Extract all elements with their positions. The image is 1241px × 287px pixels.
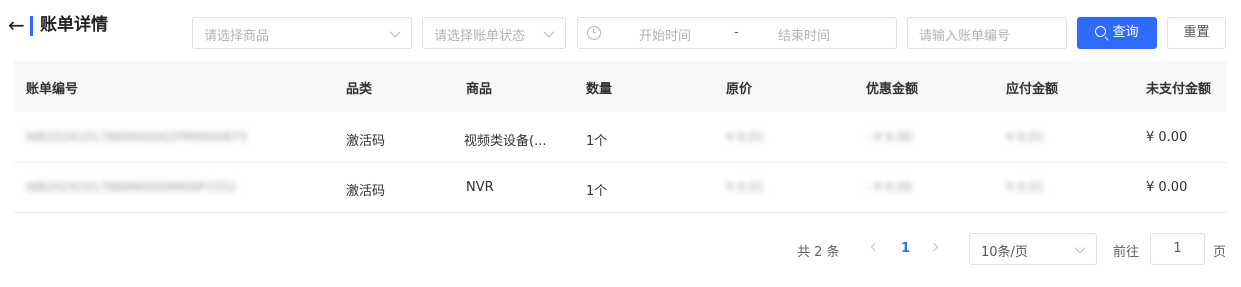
title-accent-bar — [30, 16, 33, 36]
column-header-unpaid: 未支付金额 — [1146, 82, 1212, 97]
start-time-input[interactable]: 开始时间 — [639, 25, 691, 44]
table-cell-category: 激活码 — [346, 134, 386, 149]
page-title: 账单详情 — [40, 15, 108, 35]
clock-icon — [587, 26, 601, 40]
table-cell-original-price: ¥ 0.01 — [726, 130, 765, 144]
table-cell-quantity: 1个 — [586, 184, 608, 199]
chevron-down-icon — [1074, 242, 1086, 254]
table-cell-payable: ¥ 0.01 — [1006, 130, 1045, 144]
status-select[interactable]: 请选择账单状态 — [422, 17, 566, 49]
prev-page-icon[interactable] — [870, 242, 880, 252]
bill-no-placeholder: 请输入账单编号 — [919, 29, 1011, 44]
goto-page-input[interactable]: 1 — [1150, 233, 1205, 265]
chevron-down-icon — [543, 26, 555, 38]
status-select-placeholder: 请选择账单状态 — [434, 29, 526, 44]
row-divider — [14, 162, 1227, 163]
column-header-category: 品类 — [346, 82, 373, 97]
table-cell-payable: ¥ 0.01 — [1006, 180, 1045, 194]
goto-prefix: 前往 — [1113, 245, 1140, 260]
table-cell-bill-no: WB20241017889900009900P1552 — [26, 180, 237, 194]
product-select[interactable]: 请选择商品 — [192, 17, 412, 49]
table-cell-product: 视频类设备(... — [464, 134, 547, 149]
search-icon — [1095, 26, 1107, 37]
back-arrow-icon[interactable]: ← — [8, 14, 25, 36]
page-size-value: 10条/页 — [981, 245, 1028, 260]
table-cell-category: 激活码 — [346, 184, 386, 199]
table-cell-discount: - ¥ 0.00 — [866, 180, 913, 194]
goto-page-value: 1 — [1173, 241, 1182, 256]
column-header-bill-no: 账单编号 — [26, 82, 79, 97]
table-cell-unpaid: ¥ 0.00 — [1146, 180, 1188, 195]
table-cell-product: NVR — [466, 180, 494, 195]
pagination-total: 共 2 条 — [797, 245, 840, 260]
bill-no-input[interactable]: 请输入账单编号 — [907, 17, 1067, 49]
search-button-label: 查询 — [1112, 25, 1139, 40]
table-cell-discount: - ¥ 0.00 — [866, 130, 913, 144]
goto-suffix: 页 — [1213, 245, 1227, 260]
search-button[interactable]: 查询 — [1077, 17, 1157, 49]
table-cell-unpaid: ¥ 0.00 — [1146, 130, 1188, 145]
column-header-payable: 应付金额 — [1006, 82, 1059, 97]
product-select-placeholder: 请选择商品 — [204, 29, 270, 44]
table-cell-quantity: 1个 — [586, 134, 608, 149]
date-range-picker[interactable]: 开始时间 - 结束时间 — [577, 17, 897, 49]
chevron-down-icon — [389, 26, 401, 38]
table-cell-original-price: ¥ 0.01 — [726, 180, 765, 194]
table-cell-bill-no: WB20241017889900002PM9900873 — [26, 130, 247, 144]
reset-button[interactable]: 重置 — [1167, 17, 1226, 49]
page-size-select[interactable]: 10条/页 — [969, 233, 1097, 265]
end-time-input[interactable]: 结束时间 — [778, 25, 830, 44]
range-separator: - — [734, 25, 739, 40]
next-page-icon[interactable] — [929, 242, 939, 252]
column-header-product: 商品 — [466, 82, 493, 97]
page-number-current[interactable]: 1 — [901, 241, 910, 256]
reset-button-label: 重置 — [1183, 25, 1210, 40]
column-header-discount: 优惠金额 — [866, 82, 919, 97]
column-header-quantity: 数量 — [586, 82, 613, 97]
column-header-original-price: 原价 — [726, 82, 753, 97]
row-divider — [14, 212, 1227, 213]
